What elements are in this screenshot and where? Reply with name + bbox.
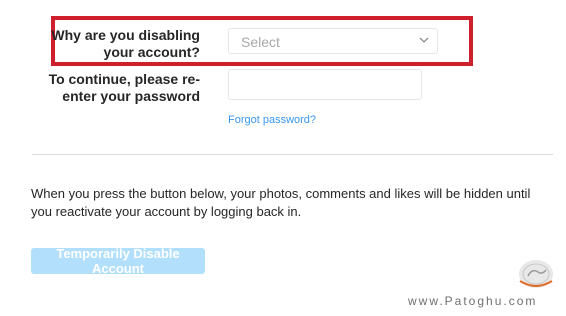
watermark-text: www.Patoghu.com	[408, 294, 538, 308]
disable-info-text: When you press the button below, your ph…	[31, 186, 531, 219]
reason-select-value: Select	[241, 34, 280, 50]
password-label: To continue, please re-enter your passwo…	[48, 71, 200, 104]
temporarily-disable-account-button[interactable]: Temporarily Disable Account	[31, 246, 205, 276]
password-field[interactable]	[228, 69, 422, 100]
divider	[32, 154, 553, 155]
forgot-password-link[interactable]: Forgot password?	[228, 114, 316, 126]
reason-label: Why are you disabling your account?	[51, 27, 200, 60]
reason-select[interactable]: Select	[228, 28, 438, 54]
chevron-down-icon	[419, 36, 429, 44]
patoghu-logo-icon	[514, 257, 558, 291]
